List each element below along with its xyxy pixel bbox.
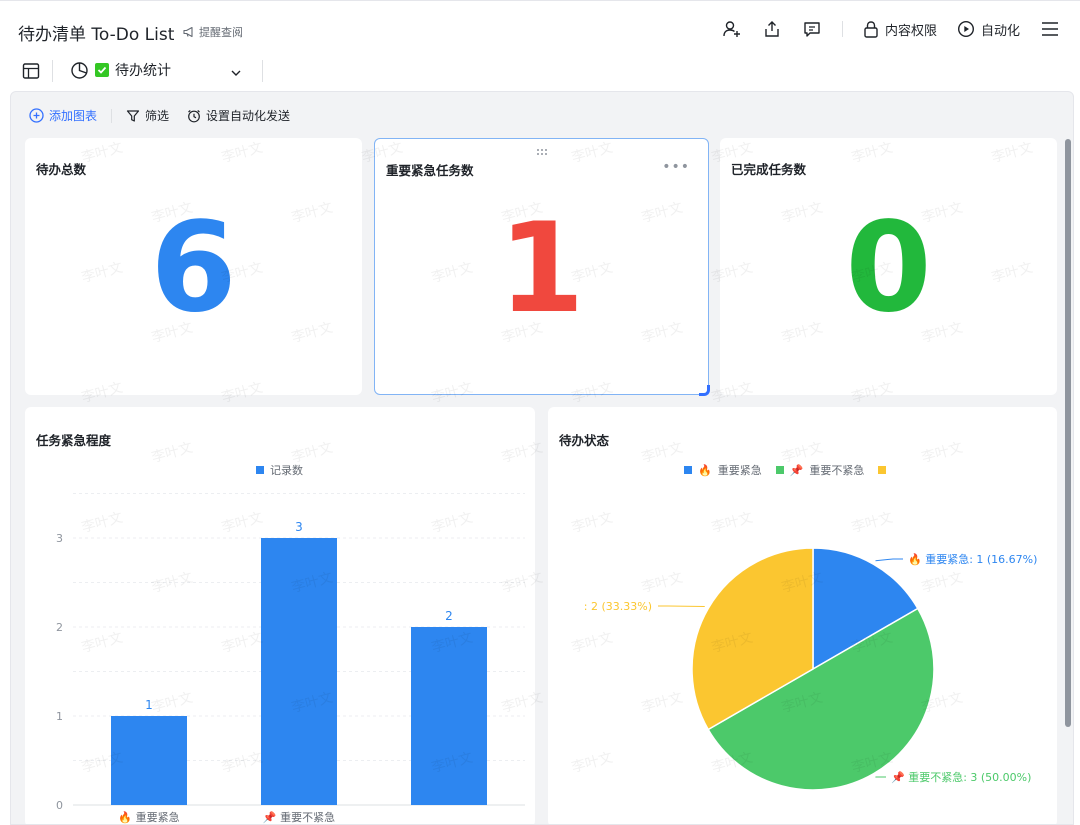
remind-label: 提醒查阅 (199, 24, 243, 40)
content-permission-button[interactable]: 内容权限 (863, 20, 937, 39)
y-tick-label: 3 (56, 532, 63, 545)
bar-value-label: 3 (295, 520, 303, 534)
y-tick-label: 1 (56, 710, 63, 723)
bar[interactable] (411, 627, 487, 805)
stat-card-title: 待办总数 (36, 159, 86, 178)
alarm-clock-icon (187, 109, 201, 123)
resize-handle[interactable] (699, 385, 710, 396)
megaphone-icon (183, 26, 196, 38)
play-circle-icon (957, 20, 975, 38)
pie-leader-line (658, 606, 705, 607)
lock-icon (863, 20, 879, 38)
bar-chart: 0 1 2 3 1 🔥 重要紧急 3 📌 重要不紧急 2 (25, 407, 535, 825)
dashboard-chart-icon (70, 61, 89, 80)
chevron-down-icon[interactable] (230, 64, 242, 83)
add-chart-label: 添加图表 (49, 107, 97, 124)
view-bar: 待办统计 (0, 58, 1080, 90)
pie-data-label: 📌 重要不紧急: 3 (50.00%) (891, 770, 1031, 784)
stat-card-title: 已完成任务数 (731, 159, 806, 178)
pie-chart-card[interactable]: 待办状态 🔥 重要紧急 📌 重要不紧急 🔥 重要紧急: 1 (16.67%)📌 … (548, 407, 1057, 825)
dashboard-area: 添加图表 筛选 设置自动化发送 待办总数 6 重要紧急任务数 ••• 1 已完成… (10, 91, 1074, 825)
bar-value-label: 1 (145, 698, 153, 712)
stat-value: 1 (375, 207, 708, 331)
x-tick-label: 🔥 重要紧急 (118, 810, 179, 824)
auto-send-label: 设置自动化发送 (206, 107, 290, 124)
stat-card-title: 重要紧急任务数 (386, 160, 474, 179)
menu-icon[interactable] (1040, 19, 1060, 39)
drag-handle-icon[interactable] (535, 141, 549, 160)
pie-leader-line (876, 559, 904, 561)
toolbar-divider (842, 21, 843, 37)
plus-circle-icon (29, 108, 44, 123)
view-divider (52, 60, 53, 82)
auto-send-button[interactable]: 设置自动化发送 (187, 107, 290, 124)
y-tick-label: 0 (56, 799, 63, 812)
comment-icon[interactable] (802, 19, 822, 39)
add-chart-button[interactable]: 添加图表 (29, 107, 97, 124)
view-tab-label: 待办统计 (115, 60, 171, 80)
document-title: 待办清单 To-Do List (18, 20, 174, 45)
pie-data-label: 🔥 重要紧急: 1 (16.67%) (908, 552, 1037, 566)
y-tick-label: 2 (56, 621, 63, 634)
pie-data-label: : 2 (33.33%) (584, 600, 652, 613)
toolbar-divider (111, 109, 112, 123)
filter-label: 筛选 (145, 107, 169, 124)
automation-label: 自动化 (981, 20, 1020, 39)
table-view-icon[interactable] (21, 61, 41, 85)
pie-chart: 🔥 重要紧急: 1 (16.67%) 📌 重要不紧急: 3 (50.00%) : 2… (548, 407, 1057, 825)
filter-button[interactable]: 筛选 (126, 107, 169, 124)
vertical-scrollbar[interactable] (1065, 139, 1071, 727)
view-tab-todo-stats[interactable]: 待办统计 (70, 60, 171, 80)
checkbox-emoji-icon (95, 63, 109, 77)
stat-value: 0 (720, 206, 1057, 330)
remind-review-button[interactable]: 提醒查阅 (183, 24, 243, 40)
stat-card-total-todos[interactable]: 待办总数 6 (25, 138, 362, 395)
filter-icon (126, 109, 140, 123)
content-permission-label: 内容权限 (885, 20, 937, 39)
top-bar: 待办清单 To-Do List 提醒查阅 内容权限 自动化 (0, 0, 1080, 61)
stat-card-completed[interactable]: 已完成任务数 0 (720, 138, 1057, 395)
bar-value-label: 2 (445, 609, 453, 623)
share-export-icon[interactable] (762, 19, 782, 39)
x-tick-label: 📌 重要不紧急 (263, 810, 335, 824)
bar[interactable] (111, 716, 187, 805)
bar[interactable] (261, 538, 337, 805)
stat-value: 6 (25, 206, 362, 330)
stat-card-important-urgent[interactable]: 重要紧急任务数 ••• 1 (374, 138, 709, 395)
automation-button[interactable]: 自动化 (957, 20, 1020, 39)
bar-chart-card[interactable]: 任务紧急程度 记录数 01231🔥 重要紧急3📌 重要不紧急2 (25, 407, 535, 825)
dashboard-toolbar: 添加图表 筛选 设置自动化发送 (29, 107, 290, 124)
add-collaborator-icon[interactable] (722, 19, 742, 39)
more-options-icon[interactable]: ••• (662, 159, 690, 175)
view-divider-2 (262, 60, 263, 82)
